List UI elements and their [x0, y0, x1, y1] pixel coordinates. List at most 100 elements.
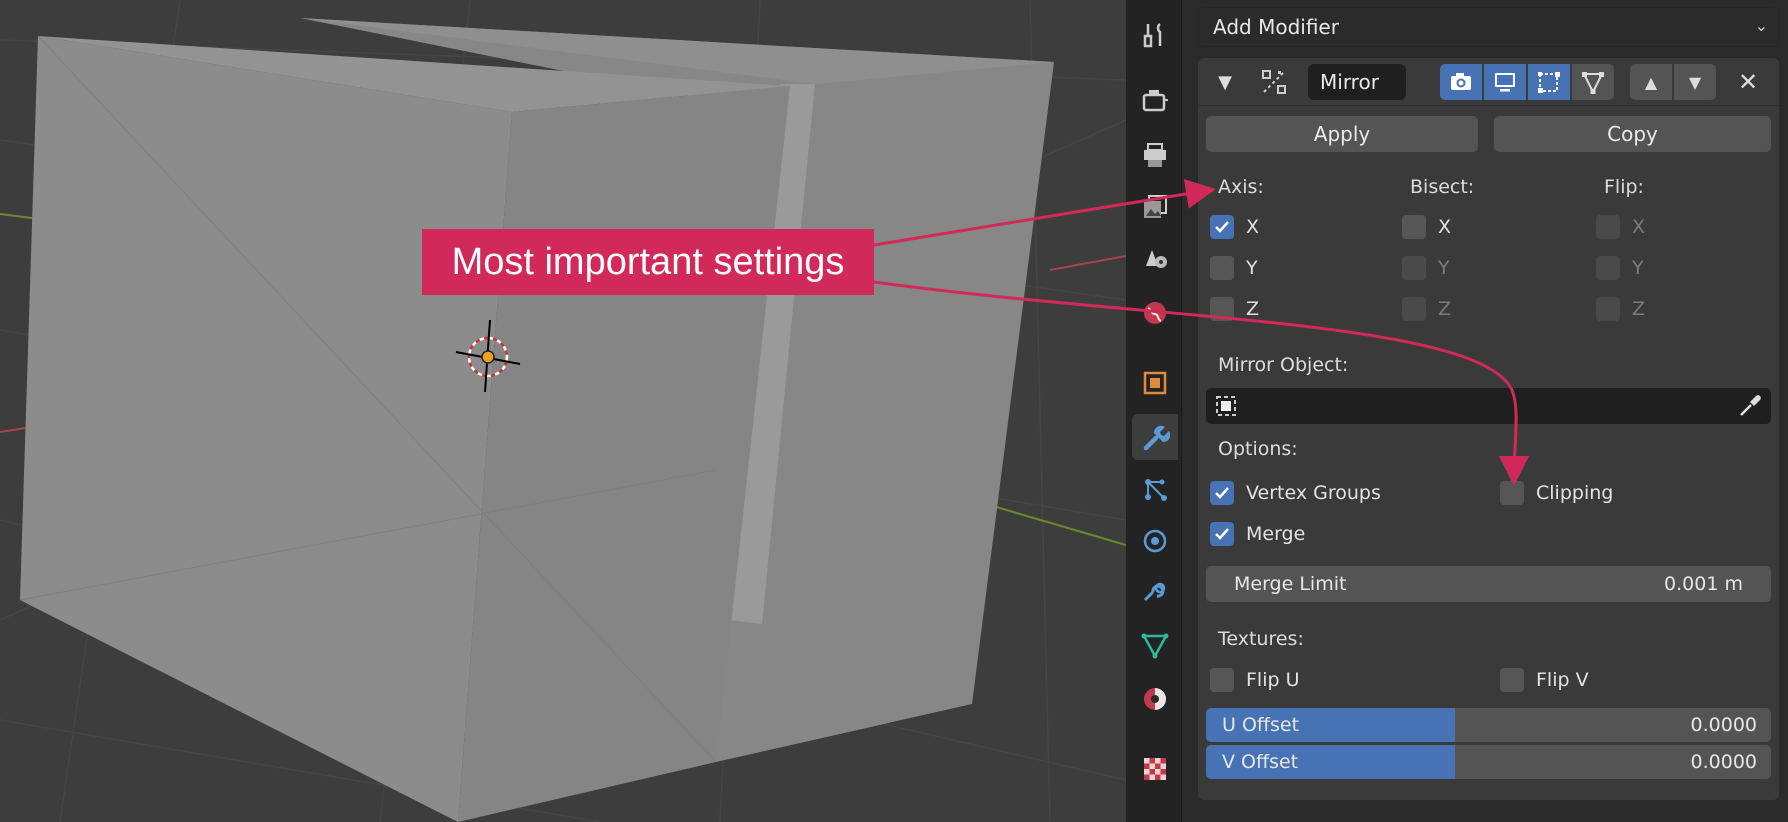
properties-tab-bar: [1126, 0, 1182, 822]
v-offset-value: 0.0000: [1690, 751, 1757, 773]
world-icon: [1144, 302, 1166, 324]
modifier-tab[interactable]: [1132, 414, 1178, 460]
flip-x-checkbox[interactable]: [1596, 215, 1620, 239]
flip-label: Flip:: [1604, 176, 1644, 198]
scene-tab[interactable]: [1132, 236, 1178, 282]
checkmark-icon: [1215, 528, 1229, 540]
data-tab[interactable]: [1132, 622, 1178, 668]
checkmark-icon: [1215, 487, 1229, 499]
clipping-checkbox[interactable]: [1500, 481, 1524, 505]
vertex-groups-checkbox[interactable]: [1210, 481, 1234, 505]
move-up-button[interactable]: ▲: [1630, 64, 1672, 100]
realtime-toggle[interactable]: [1484, 64, 1526, 100]
flip-u-checkbox[interactable]: [1210, 668, 1234, 692]
axis-z-label: Z: [1246, 298, 1260, 320]
close-icon: ✕: [1737, 68, 1759, 96]
particles-icon: [1145, 479, 1167, 501]
copy-button[interactable]: Copy: [1494, 116, 1771, 152]
triangle-up-icon: ▲: [1644, 72, 1658, 92]
wrench-icon: [1143, 425, 1170, 451]
output-tab[interactable]: [1132, 132, 1178, 178]
v-offset-slider[interactable]: V Offset 0.0000: [1206, 745, 1771, 779]
flip-z-checkbox[interactable]: [1596, 297, 1620, 321]
merge-checkbox[interactable]: [1210, 522, 1234, 546]
v-offset-label: V Offset: [1222, 751, 1299, 773]
bisect-x-label: X: [1438, 216, 1452, 238]
world-tab[interactable]: [1132, 290, 1178, 336]
textures-label: Textures:: [1218, 628, 1304, 650]
view-layer-tab[interactable]: [1132, 184, 1178, 230]
scene-icon: [1146, 250, 1167, 268]
flip-y-checkbox[interactable]: [1596, 256, 1620, 280]
collapse-toggle-icon[interactable]: ▼: [1210, 66, 1240, 98]
material-icon: [1144, 688, 1166, 710]
flip-y-label: Y: [1632, 257, 1644, 279]
texture-tab[interactable]: [1132, 746, 1178, 792]
constraints-tab[interactable]: [1132, 570, 1178, 616]
on-cage-toggle[interactable]: [1572, 64, 1614, 100]
flip-x-label: X: [1632, 216, 1646, 238]
axis-label: Axis:: [1218, 176, 1264, 198]
add-modifier-dropdown[interactable]: Add Modifier ⌄: [1198, 7, 1779, 47]
mirror-object-label: Mirror Object:: [1218, 354, 1349, 376]
render-icon: [1142, 90, 1168, 112]
bisect-z-checkbox[interactable]: [1402, 297, 1426, 321]
axis-y-checkbox[interactable]: [1210, 256, 1234, 280]
mirror-modifier-panel: ▼ Mirror ▲ ▼ ✕ Apply Copy Axis: Bisect: …: [1198, 58, 1779, 800]
flip-v-checkbox[interactable]: [1500, 668, 1524, 692]
merge-limit-field[interactable]: Merge Limit 0.001 m: [1206, 566, 1771, 602]
object-selector-icon: [1216, 396, 1236, 416]
remove-modifier-button[interactable]: ✕: [1728, 64, 1768, 100]
options-label: Options:: [1218, 438, 1298, 460]
monitor-icon: [1495, 73, 1515, 92]
tool-tab[interactable]: [1132, 12, 1178, 58]
constraint-icon: [1143, 582, 1166, 602]
flip-v-label: Flip V: [1536, 669, 1589, 691]
eyedropper-icon[interactable]: [1737, 393, 1763, 419]
u-offset-value: 0.0000: [1690, 714, 1757, 736]
edit-mode-icon: [1538, 72, 1560, 93]
output-icon: [1144, 143, 1166, 167]
material-tab[interactable]: [1132, 676, 1178, 722]
3d-viewport[interactable]: [0, 0, 1126, 822]
physics-icon: [1143, 529, 1167, 553]
chevron-down-icon: ⌄: [1754, 16, 1768, 35]
axis-x-label: X: [1246, 216, 1260, 238]
texture-icon: [1144, 758, 1166, 780]
checkmark-icon: [1215, 221, 1229, 233]
clipping-label: Clipping: [1536, 482, 1614, 504]
object-tab[interactable]: [1132, 360, 1178, 406]
view-layer-icon: [1144, 195, 1167, 218]
merge-label: Merge: [1246, 523, 1306, 545]
tool-icon: [1143, 23, 1162, 48]
bisect-x-checkbox[interactable]: [1402, 215, 1426, 239]
bisect-label: Bisect:: [1410, 176, 1475, 198]
render-tab[interactable]: [1132, 78, 1178, 124]
axis-x-checkbox[interactable]: [1210, 215, 1234, 239]
modifier-header: ▼ Mirror ▲ ▼ ✕: [1198, 58, 1779, 106]
vertex-triangle-icon: [1582, 72, 1604, 95]
annotation-callout: Most important settings: [422, 229, 874, 295]
mirror-object-field[interactable]: [1206, 388, 1771, 424]
mesh-data-icon: [1141, 633, 1169, 659]
particles-tab[interactable]: [1132, 466, 1178, 512]
vertex-groups-label: Vertex Groups: [1246, 482, 1381, 504]
merge-limit-label: Merge Limit: [1234, 573, 1347, 595]
physics-tab[interactable]: [1132, 518, 1178, 564]
mirror-modifier-icon: [1254, 64, 1294, 100]
move-down-button[interactable]: ▼: [1674, 64, 1716, 100]
u-offset-label: U Offset: [1222, 714, 1300, 736]
object-icon: [1143, 371, 1167, 395]
bisect-y-checkbox[interactable]: [1402, 256, 1426, 280]
u-offset-slider[interactable]: U Offset 0.0000: [1206, 708, 1771, 742]
add-modifier-label: Add Modifier: [1213, 15, 1339, 39]
edit-mode-toggle[interactable]: [1528, 64, 1570, 100]
axis-y-label: Y: [1246, 257, 1258, 279]
apply-button[interactable]: Apply: [1206, 116, 1478, 152]
axis-z-checkbox[interactable]: [1210, 297, 1234, 321]
modifier-name-field[interactable]: Mirror: [1308, 64, 1406, 100]
properties-panel: Add Modifier ⌄ ▼ Mirror ▲ ▼ ✕ Apply Copy…: [1182, 0, 1788, 822]
merge-limit-value: 0.001 m: [1664, 573, 1743, 595]
edit-cage-toggle[interactable]: [1440, 64, 1482, 100]
flip-z-label: Z: [1632, 298, 1646, 320]
